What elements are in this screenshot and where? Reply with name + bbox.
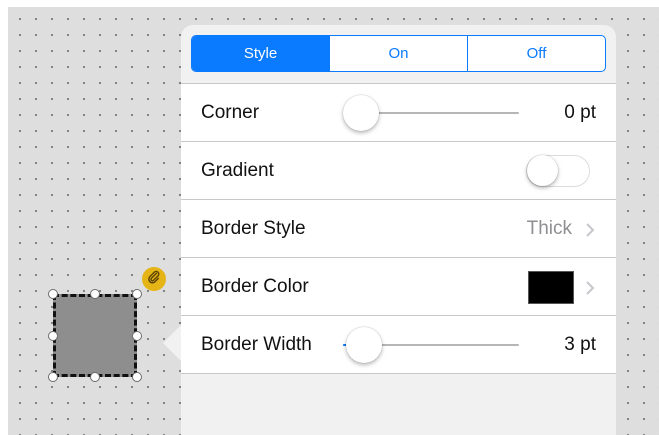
corner-label: Corner xyxy=(201,102,260,123)
segment-off[interactable]: Off xyxy=(467,36,605,71)
chevron-right-icon xyxy=(584,280,596,296)
gradient-label: Gradient xyxy=(201,160,274,181)
resize-handle-top[interactable] xyxy=(90,289,100,299)
selected-shape-group[interactable] xyxy=(48,289,142,382)
gradient-row: Gradient xyxy=(181,142,616,200)
popover-arrow xyxy=(163,324,182,362)
resize-handle-top-left[interactable] xyxy=(48,289,58,299)
border-color-label: Border Color xyxy=(201,276,309,297)
border-width-slider-thumb[interactable] xyxy=(346,327,383,363)
corner-slider-thumb[interactable] xyxy=(343,95,379,131)
resize-handle-top-right[interactable] xyxy=(132,289,142,299)
selected-rectangle-shape[interactable] xyxy=(53,294,137,377)
corner-value: 0 pt xyxy=(564,102,596,123)
gradient-toggle-knob xyxy=(527,155,558,186)
border-width-row: Border Width 3 pt xyxy=(181,316,616,374)
border-width-value: 3 pt xyxy=(564,334,596,355)
border-color-swatch[interactable] xyxy=(528,271,574,304)
resize-handle-bottom-right[interactable] xyxy=(132,372,142,382)
corner-row: Corner 0 pt xyxy=(181,84,616,142)
corner-slider-track[interactable] xyxy=(361,112,519,114)
border-style-row[interactable]: Border Style Thick xyxy=(181,200,616,258)
paperclip-icon xyxy=(147,270,161,289)
gradient-toggle[interactable] xyxy=(526,155,590,187)
border-style-value: Thick xyxy=(526,218,572,239)
resize-handle-bottom[interactable] xyxy=(90,372,100,382)
segment-style[interactable]: Style xyxy=(192,36,329,71)
style-inspector-popover: Style On Off Corner 0 pt Gradient Border… xyxy=(181,25,616,435)
style-settings-list: Corner 0 pt Gradient Border Style Thick … xyxy=(181,83,616,374)
border-style-label: Border Style xyxy=(201,218,306,239)
border-color-row[interactable]: Border Color xyxy=(181,258,616,316)
resize-handle-right[interactable] xyxy=(132,331,142,341)
style-segmented-control: Style On Off xyxy=(191,35,606,72)
link-badge[interactable] xyxy=(142,267,166,291)
segment-on[interactable]: On xyxy=(329,36,467,71)
resize-handle-left[interactable] xyxy=(48,331,58,341)
resize-handle-bottom-left[interactable] xyxy=(48,372,58,382)
border-width-label: Border Width xyxy=(201,334,312,355)
chevron-right-icon xyxy=(584,222,596,238)
